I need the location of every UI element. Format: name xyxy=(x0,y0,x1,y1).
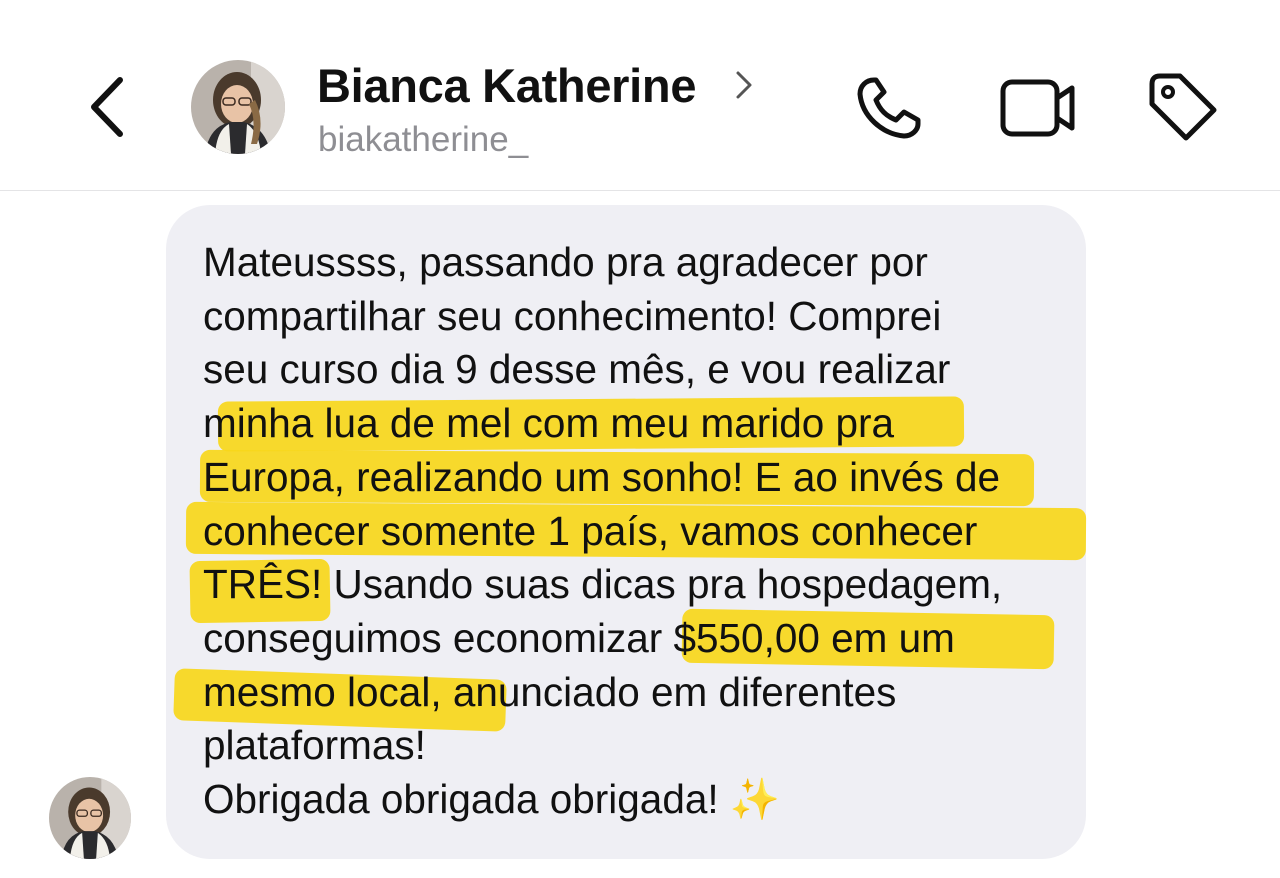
contact-avatar[interactable] xyxy=(191,60,285,154)
chevron-left-icon xyxy=(91,77,123,137)
back-button[interactable] xyxy=(82,74,130,140)
chat-header: Bianca Katherine biakatherine_ xyxy=(0,0,1280,191)
video-call-button[interactable] xyxy=(998,76,1078,140)
contact-name[interactable]: Bianca Katherine xyxy=(317,58,696,113)
video-camera-icon xyxy=(1000,79,1075,137)
chevron-right-icon xyxy=(736,71,752,99)
tag-icon xyxy=(1149,73,1217,141)
sender-avatar[interactable] xyxy=(49,777,131,859)
phone-icon xyxy=(857,77,921,139)
contact-handle: biakatherine_ xyxy=(318,120,529,159)
profile-chevron[interactable] xyxy=(733,69,755,101)
audio-call-button[interactable] xyxy=(852,72,928,144)
message-text: Mateussss, passando pra agradecer por co… xyxy=(203,239,1003,823)
label-button[interactable] xyxy=(1144,72,1220,144)
